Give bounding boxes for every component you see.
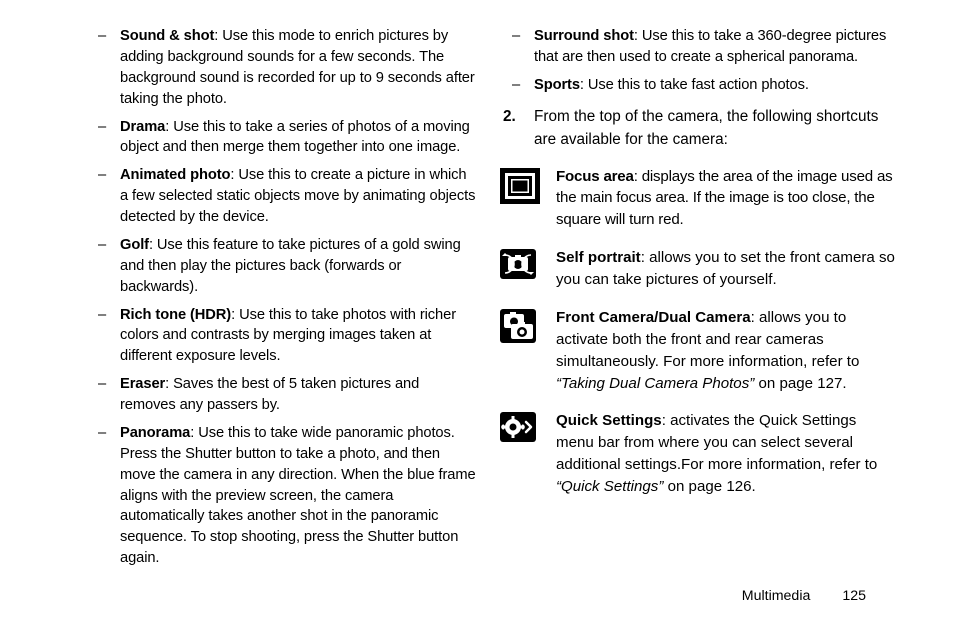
mode-desc: : Use this to take fast action photos. [580, 77, 809, 93]
mode-term: Animated photo [120, 167, 230, 183]
shortcut-term: Quick Settings [556, 412, 662, 429]
shortcut-quick-settings: Quick Settings: activates the Quick Sett… [500, 410, 896, 498]
manual-page: Sound & shot: Use this mode to enrich pi… [0, 0, 954, 636]
footer-page-number: 125 [842, 588, 866, 604]
mode-drama: Drama: Use this to take a series of phot… [86, 117, 478, 159]
mode-list-right: Surround shot: Use this to take a 360-de… [500, 26, 896, 96]
mode-sound-and-shot: Sound & shot: Use this mode to enrich pi… [86, 26, 478, 110]
focus-area-icon [500, 168, 540, 211]
mode-term: Drama [120, 119, 165, 135]
page-footer: Multimedia 125 [742, 586, 866, 606]
mode-list-left: Sound & shot: Use this mode to enrich pi… [86, 26, 478, 569]
shortcut-term: Self portrait [556, 249, 641, 266]
self-portrait-icon [500, 249, 536, 286]
mode-term: Golf [120, 237, 149, 253]
mode-animated-photo: Animated photo: Use this to create a pic… [86, 165, 478, 228]
mode-desc: : Use this to take wide panoramic photos… [120, 425, 476, 566]
step-2: 2. From the top of the camera, the follo… [500, 106, 896, 152]
mode-term: Sound & shot [120, 28, 214, 44]
mode-term: Surround shot [534, 28, 634, 44]
mode-term: Eraser [120, 376, 165, 392]
mode-panorama: Panorama: Use this to take wide panorami… [86, 423, 478, 569]
shortcut-ref: “Quick Settings” [556, 478, 663, 495]
shortcut-term: Focus area [556, 168, 634, 185]
left-column: Sound & shot: Use this mode to enrich pi… [86, 26, 478, 576]
shortcut-term: Front Camera/Dual Camera [556, 309, 751, 326]
mode-term: Rich tone (HDR) [120, 307, 231, 323]
mode-sports: Sports: Use this to take fast action pho… [500, 75, 896, 96]
mode-eraser: Eraser: Saves the best of 5 taken pictur… [86, 374, 478, 416]
shortcut-tail: on page 126. [663, 478, 755, 495]
quick-settings-icon [500, 412, 536, 449]
step-number: 2. [503, 106, 516, 129]
dual-camera-icon [500, 309, 536, 350]
shortcut-dual-camera: Front Camera/Dual Camera: allows you to … [500, 307, 896, 395]
shortcut-ref: “Taking Dual Camera Photos” [556, 375, 754, 392]
mode-desc: : Use this feature to take pictures of a… [120, 237, 461, 295]
mode-term: Sports [534, 77, 580, 93]
footer-section: Multimedia [742, 588, 811, 604]
mode-surround-shot: Surround shot: Use this to take a 360-de… [500, 26, 896, 68]
mode-golf: Golf: Use this feature to take pictures … [86, 235, 478, 298]
mode-rich-tone-hdr: Rich tone (HDR): Use this to take photos… [86, 305, 478, 368]
mode-desc: : Saves the best of 5 taken pictures and… [120, 376, 419, 413]
shortcut-self-portrait: Self portrait: allows you to set the fro… [500, 247, 896, 291]
step-text: From the top of the camera, the followin… [534, 108, 878, 148]
mode-desc: : Use this to take a series of photos of… [120, 119, 470, 156]
shortcut-tail: on page 127. [754, 375, 846, 392]
right-column: Surround shot: Use this to take a 360-de… [500, 26, 896, 514]
shortcut-focus-area: Focus area: displays the area of the ima… [500, 166, 896, 232]
mode-term: Panorama [120, 425, 190, 441]
